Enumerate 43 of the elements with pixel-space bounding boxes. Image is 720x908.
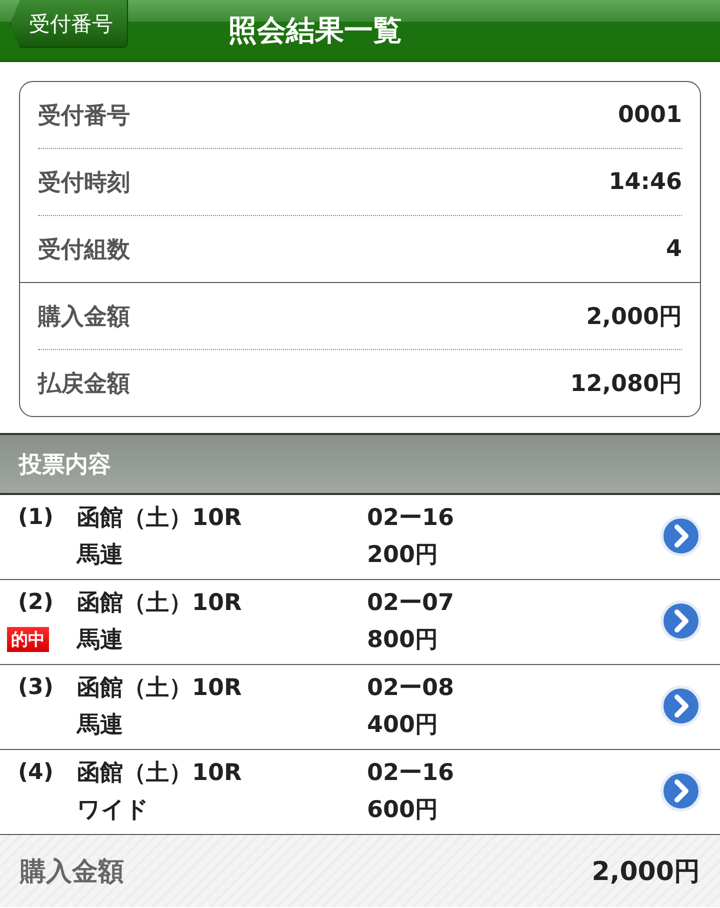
bet-number: (4) [17,759,54,785]
field-label: 受付番号 [38,102,130,130]
bet-type: 馬連 [77,541,124,570]
field-label: 受付組数 [38,236,130,264]
bet-row[interactable]: (3) 函館（土）10R 02ー08 馬連 400円 [0,665,720,750]
field-label: 購入金額 [38,302,130,332]
bet-combination: 02ー16 [367,504,456,533]
bet-row[interactable]: (1) 函館（土）10R 02ー16 馬連 200円 [0,495,720,580]
field-label: 受付時刻 [38,168,130,198]
race-name: 函館（土）10R [77,759,243,788]
bet-number: (2) [17,589,54,615]
chevron-icon[interactable] [660,515,702,557]
bet-amount: 200円 [367,541,440,570]
section-header: 投票内容 [0,433,720,495]
bet-type: 馬連 [77,626,124,655]
bet-type: 馬連 [77,711,124,740]
race-name: 函館（土）10R [77,504,243,533]
bet-number: (1) [17,504,54,530]
back-button[interactable]: 受付番号 [10,0,128,48]
field-value: 12,080円 [570,370,682,398]
bet-amount: 400円 [367,711,440,740]
bet-type: ワイド [77,796,150,825]
field-value: 14:46 [608,169,682,195]
bet-combination: 02ー07 [367,589,456,618]
bet-combination: 02ー08 [367,674,456,703]
bet-row[interactable]: (2) 函館（土）10R 02ー07 的中 馬連 800円 [0,580,720,665]
field-label: 払戻金額 [38,370,130,398]
page-title: 照会結果一覧 [228,12,402,48]
hit-badge: 的中 [7,627,49,652]
field-value: 4 [666,236,682,262]
chevron-icon[interactable] [660,600,702,642]
bet-amount: 800円 [367,626,440,655]
bet-amount: 600円 [367,796,440,825]
total-value: 2,000円 [592,856,700,888]
race-name: 函館（土）10R [77,589,243,618]
field-value: 2,000円 [586,302,682,332]
bet-combination: 02ー16 [367,759,456,788]
field-value: 0001 [618,102,682,128]
total-label: 購入金額 [20,856,124,888]
bet-number: (3) [17,674,54,700]
chevron-icon[interactable] [660,685,702,727]
race-name: 函館（土）10R [77,674,243,703]
chevron-icon[interactable] [660,770,702,812]
